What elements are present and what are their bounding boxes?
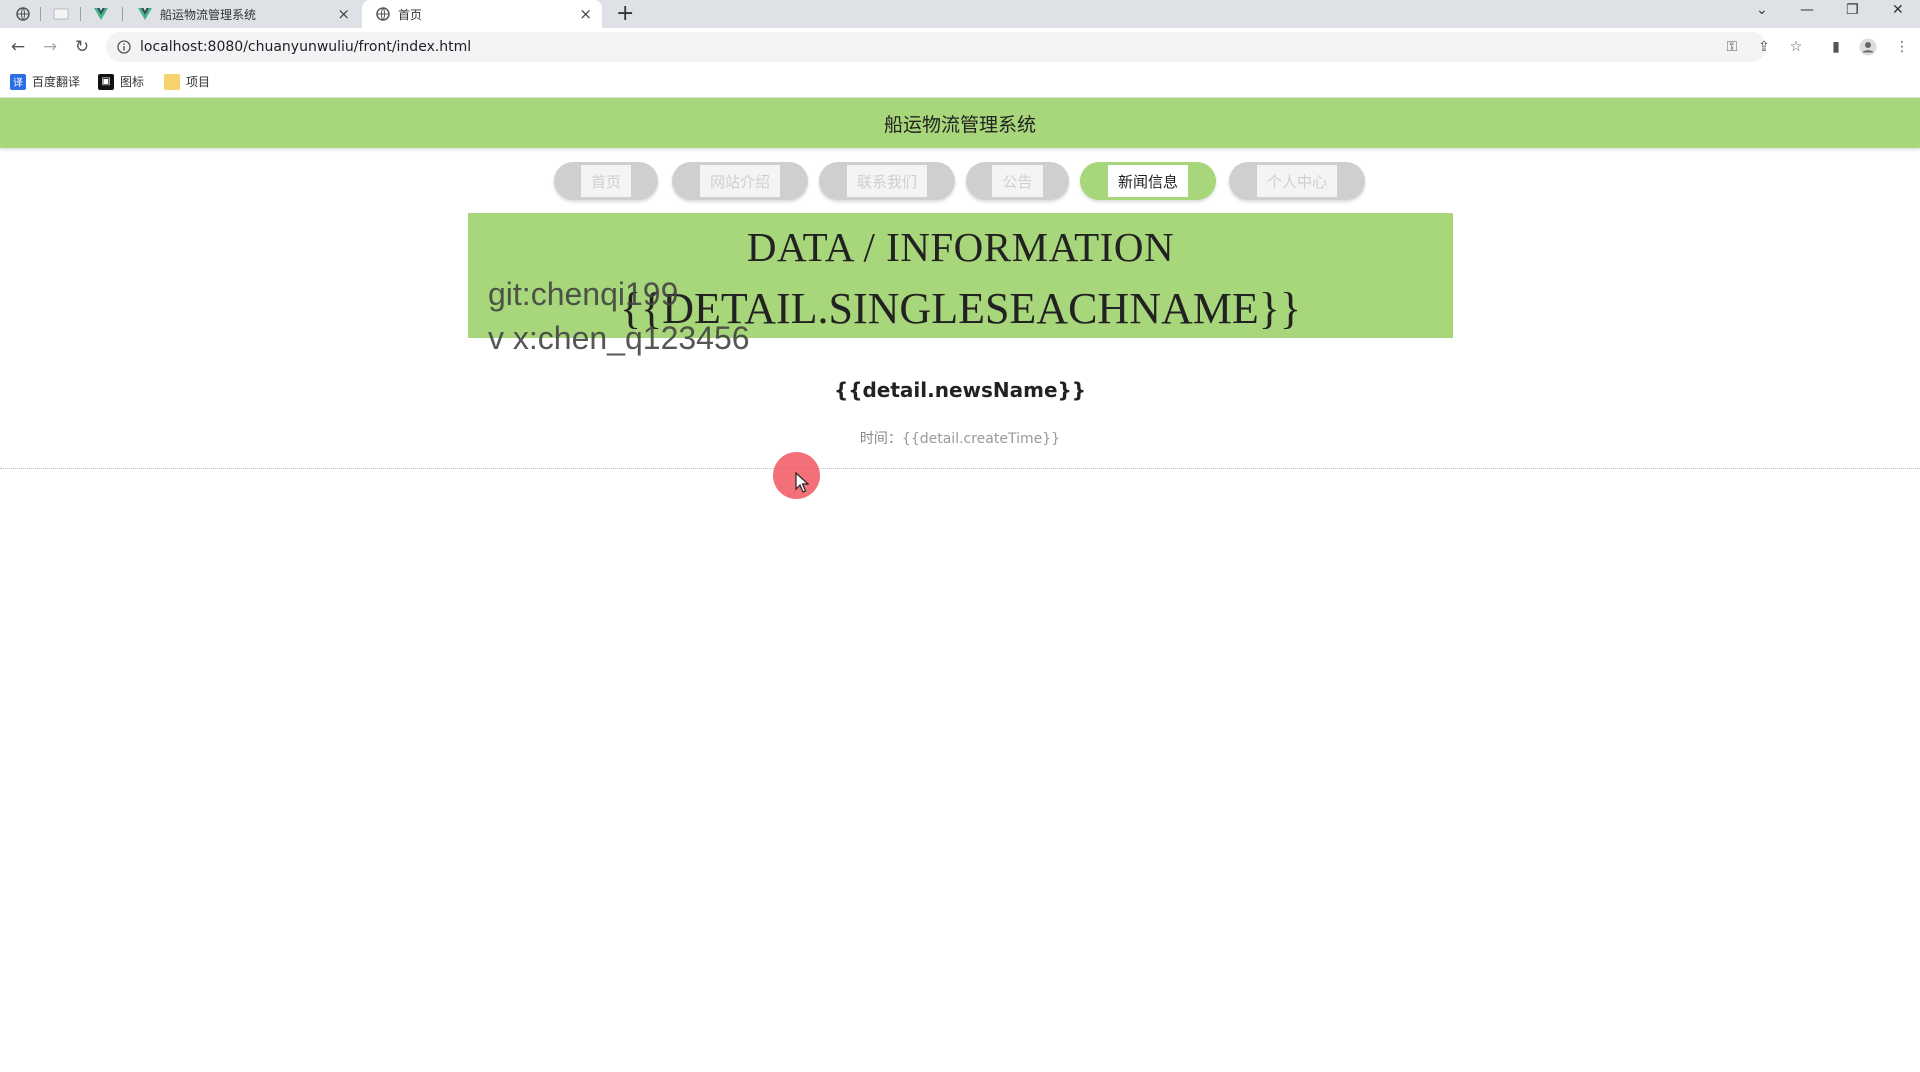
browser-toolbar: ← → ↻ localhost:8080/chuanyunwuliu/front… xyxy=(0,28,1920,66)
news-time-value: {{detail.createTime}} xyxy=(901,431,1061,447)
key-icon[interactable]: ⚿ xyxy=(1722,37,1742,57)
tab-title: 船运物流管理系统 xyxy=(160,7,257,22)
vue-icon xyxy=(94,8,108,20)
mouse-cursor-icon xyxy=(795,472,810,493)
nav-item-label: 联系我们 xyxy=(846,165,927,197)
nav-item-label: 首页 xyxy=(580,165,631,197)
tab-system[interactable]: 船运物流管理系统 × xyxy=(124,0,360,28)
nav-item-about[interactable]: 网站介绍 xyxy=(672,162,808,200)
news-time-label: 时间： xyxy=(859,431,902,447)
bookmark-item[interactable]: 译 百度翻译 xyxy=(10,73,80,90)
back-icon[interactable]: ← xyxy=(8,37,28,57)
new-tab-button[interactable]: + xyxy=(616,2,634,26)
content-divider xyxy=(0,468,1920,469)
bookmark-label: 百度翻译 xyxy=(32,75,81,89)
tab-close-icon[interactable]: × xyxy=(579,6,592,22)
globe-icon xyxy=(376,7,390,21)
blank-page-icon xyxy=(53,8,69,20)
tab-home[interactable]: 首页 × xyxy=(362,0,602,28)
main-nav: 首页 网站介绍 联系我们 公告 新闻信息 个人中心 xyxy=(0,160,1920,200)
address-bar[interactable]: localhost:8080/chuanyunwuliu/front/index… xyxy=(106,32,1766,62)
side-panel-icon[interactable]: ▮ xyxy=(1826,37,1846,57)
site-header: 船运物流管理系统 xyxy=(0,98,1920,148)
url-text: localhost:8080/chuanyunwuliu/front/index… xyxy=(140,39,472,55)
nav-item-label: 公告 xyxy=(992,165,1043,197)
tab-separator xyxy=(122,7,123,21)
news-time: 时间：{{detail.createTime}} xyxy=(0,428,1920,448)
forward-icon[interactable]: → xyxy=(40,37,60,57)
watermark: git:chenqi199 v x:chen_q123456 xyxy=(488,272,750,360)
restore-icon[interactable]: ❐ xyxy=(1846,2,1859,18)
pinned-tab-blank[interactable] xyxy=(46,4,76,24)
banner-title: DATA / INFORMATION xyxy=(746,224,1175,270)
minimize-icon[interactable]: — xyxy=(1800,2,1814,18)
nav-item-announcement[interactable]: 公告 xyxy=(966,162,1069,200)
tab-separator xyxy=(40,7,41,21)
nav-item-news[interactable]: 新闻信息 xyxy=(1080,162,1216,200)
browser-tabstrip: 船运物流管理系统 × 首页 × + ⌄ — ❐ ✕ xyxy=(0,0,1920,28)
nav-item-contact[interactable]: 联系我们 xyxy=(819,162,955,200)
bookmark-label: 图标 xyxy=(120,75,145,89)
tab-separator xyxy=(80,7,81,21)
watermark-line: v x:chen_q123456 xyxy=(488,320,750,356)
pinned-tab-vue[interactable] xyxy=(86,4,116,24)
bookmark-item[interactable]: ▣ 图标 xyxy=(98,73,144,90)
profile-avatar-icon[interactable] xyxy=(1858,37,1878,57)
close-window-icon[interactable]: ✕ xyxy=(1892,2,1904,18)
bookmarks-bar: 译 百度翻译 ▣ 图标 项目 xyxy=(0,66,1920,98)
nav-item-home[interactable]: 首页 xyxy=(554,162,658,200)
info-icon[interactable] xyxy=(116,39,132,55)
bookmark-star-icon[interactable]: ☆ xyxy=(1786,37,1806,57)
watermark-line: git:chenqi199 xyxy=(488,276,679,312)
pinned-tab-globe[interactable] xyxy=(8,4,38,24)
tab-close-icon[interactable]: × xyxy=(337,6,350,22)
share-icon[interactable]: ⇪ xyxy=(1754,37,1774,57)
bookmark-label: 项目 xyxy=(186,75,211,89)
globe-icon xyxy=(16,7,30,21)
vue-icon xyxy=(138,7,152,21)
nav-item-label: 网站介绍 xyxy=(699,165,780,197)
folder-icon xyxy=(164,73,180,90)
tab-title: 首页 xyxy=(398,7,423,22)
tab-search-icon[interactable]: ⌄ xyxy=(1756,2,1768,18)
nav-item-personal-center[interactable]: 个人中心 xyxy=(1229,162,1365,200)
site-title: 船运物流管理系统 xyxy=(883,113,1036,136)
translate-icon: 译 xyxy=(10,73,26,90)
image-icon: ▣ xyxy=(98,73,114,90)
reload-icon[interactable]: ↻ xyxy=(72,37,92,57)
bookmark-item[interactable]: 项目 xyxy=(164,73,210,90)
nav-item-label: 个人中心 xyxy=(1256,165,1337,197)
nav-item-label: 新闻信息 xyxy=(1107,165,1188,197)
menu-kebab-icon[interactable]: ⋮ xyxy=(1892,37,1912,57)
news-title: {{detail.newsName}} xyxy=(833,378,1087,402)
